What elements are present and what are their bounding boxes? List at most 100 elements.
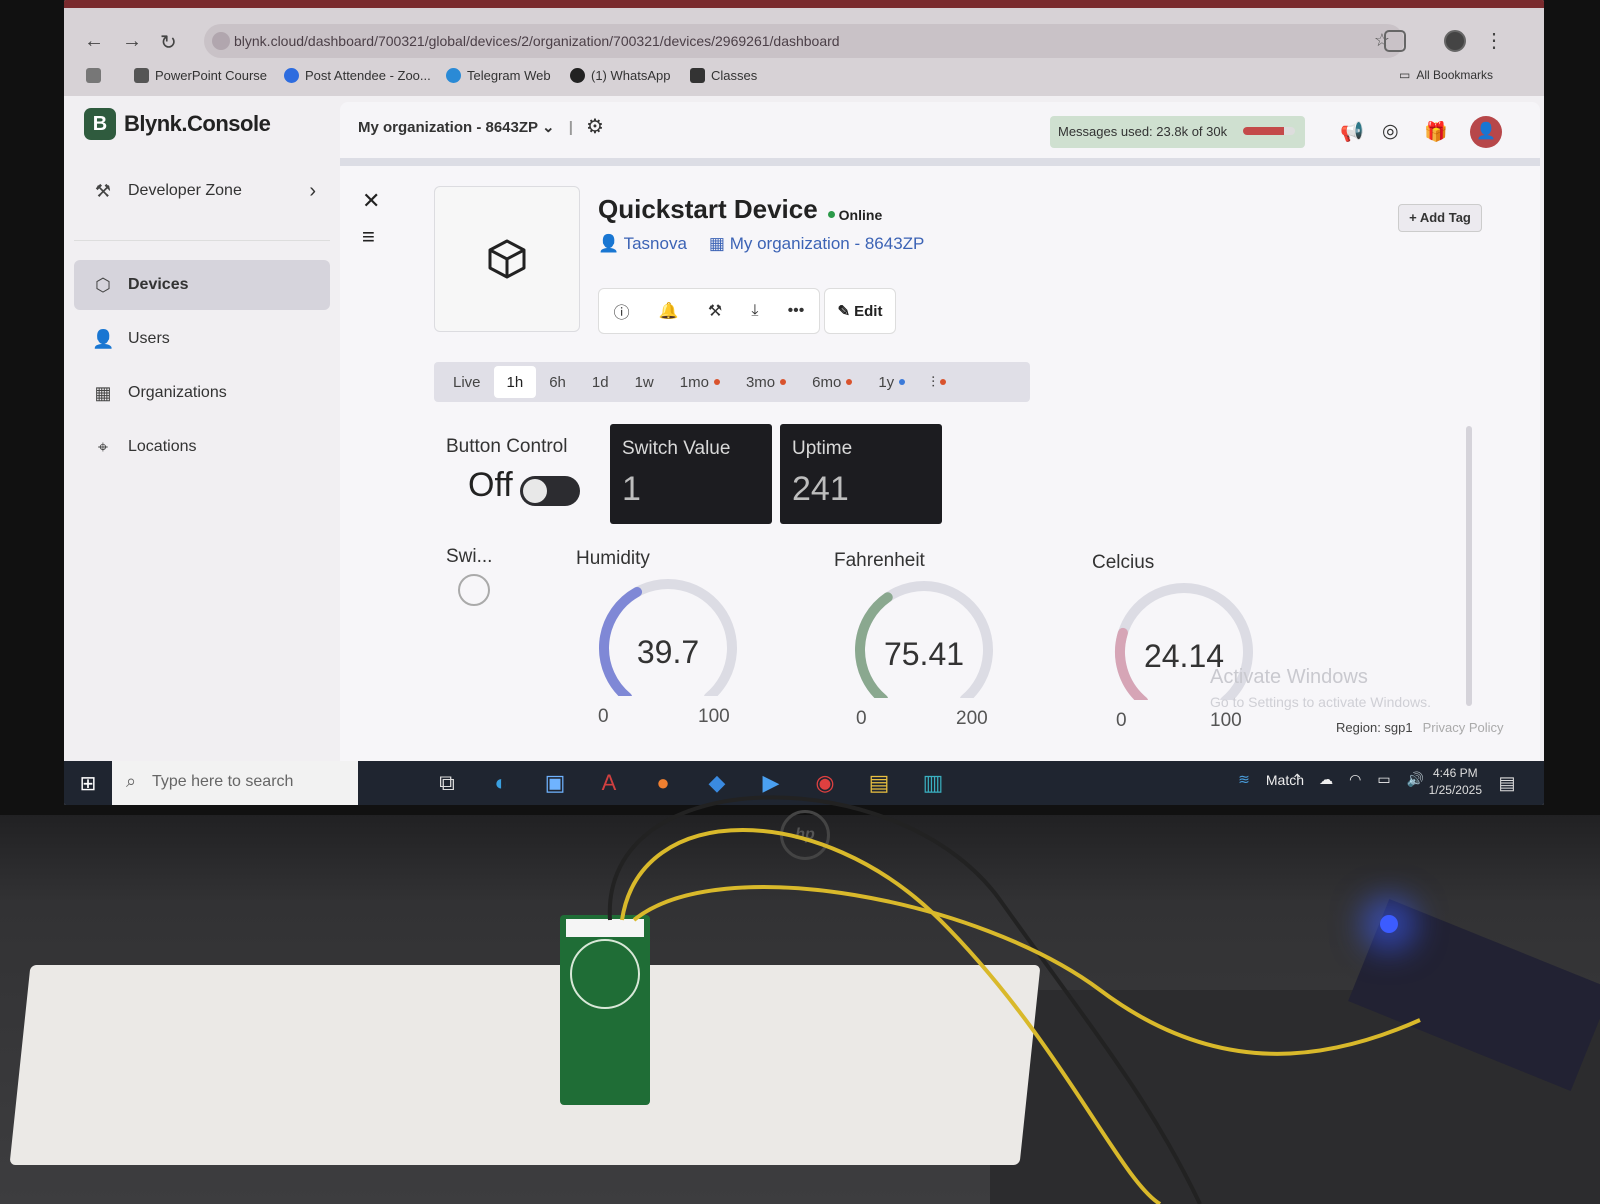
celcius-max: 100 [1210,710,1242,731]
owner-name: Tasnova [623,234,687,253]
tab-1d[interactable]: 1d [579,366,622,398]
edge-icon[interactable]: ◐ [474,770,528,796]
cloud-icon[interactable]: ☁ [1319,771,1333,788]
cube-icon [488,239,526,279]
site-info-icon[interactable] [212,32,230,50]
tab-custom[interactable]: ⫶ [918,366,959,398]
taskbar-clock[interactable]: 4:46 PM 1/25/2025 [1429,765,1482,799]
tab-3mo[interactable]: 3mo [733,366,799,398]
avatar[interactable]: 👤 [1470,116,1502,148]
close-icon[interactable]: ✕ [362,188,380,214]
zoom-icon[interactable]: ▶ [744,770,798,796]
forward-icon[interactable]: → [122,30,142,53]
volume-icon[interactable]: 🔊 [1407,771,1424,788]
access-icon[interactable]: A [582,770,636,796]
sidebar-item-users[interactable]: 👤 Users [74,314,330,364]
bell-icon[interactable]: 🔔 [659,301,679,321]
tab-6mo[interactable]: 6mo [799,366,865,398]
sidebar-item-organizations[interactable]: ▦ Organizations [74,368,330,418]
tools-icon[interactable]: ⚒ [708,301,722,321]
fahrenheit-title: Fahrenheit [834,550,925,571]
firefox-icon[interactable]: ● [636,770,690,796]
vscode-icon[interactable]: ◆ [690,770,744,796]
tab-label: 1mo [679,373,709,391]
device-meta: 👤 Tasnova ▦ My organization - 8643ZP [598,234,924,254]
more-icon[interactable]: ••• [788,302,805,320]
messages-usage-bar [1243,127,1295,135]
bookmark-item[interactable]: Telegram Web [446,68,551,83]
windows-start-icon[interactable]: ⊞ [64,771,112,796]
file-explorer-icon[interactable]: ▤ [852,770,906,796]
sidebar-item-devices[interactable]: ⬡ Devices [74,260,330,310]
uptime-widget: Uptime 241 [780,424,942,524]
premium-dot [939,379,946,385]
notification-icon[interactable]: ▤ [1480,773,1534,794]
back-icon[interactable]: ← [84,30,104,53]
chevron-up-icon[interactable]: ⌃ [1291,771,1303,788]
wifi-icon[interactable]: ◠ [1349,771,1361,788]
tab-label: Live [453,373,481,391]
bookmark-item[interactable]: Post Attendee - Zoo... [284,68,431,83]
add-tag-button[interactable]: + Add Tag [1398,204,1482,232]
organization-link[interactable]: ▦ My organization - 8643ZP [709,234,924,254]
extensions-icon[interactable] [1384,30,1406,52]
tab-1w[interactable]: 1w [622,366,667,398]
app-logo[interactable]: B Blynk.Console [84,108,271,140]
telegram-favicon [446,68,461,83]
task-view-icon[interactable]: ⧉ [420,770,474,796]
pin-icon: ⌖ [97,436,109,457]
all-bookmarks-label: All Bookmarks [1416,68,1494,82]
sidebar-item-label: Locations [128,438,197,455]
time-range-tabs: Live 1h 6h 1d 1w 1mo 3mo 6mo 1y ⫶ [434,362,1030,402]
store-icon[interactable]: ▣ [528,770,582,796]
sidebar-item-developer-zone[interactable]: ⚒ Developer Zone › [74,166,330,216]
messages-usage: Messages used: 23.8k of 30k [1050,116,1305,148]
download-icon[interactable]: ⤓ [751,302,758,320]
announcement-icon[interactable]: 📢 [1340,120,1364,144]
more-menu-icon[interactable]: ⋮ [1484,28,1504,53]
sidebar-item-locations[interactable]: ⌖ Locations [74,422,330,472]
battery-icon[interactable]: ▭ [1377,771,1390,788]
tab-6h[interactable]: 6h [536,366,579,398]
tools-icon: ⚒ [94,180,112,201]
device-image [434,186,580,332]
reload-icon[interactable]: ↻ [160,30,177,55]
switch-value-widget: Switch Value 1 [610,424,772,524]
switch-led-title: Swi... [446,546,493,567]
tab-label: 6mo [812,373,842,391]
browser-toolbar: ← → ↻ blynk.cloud/dashboard/700321/globa… [64,8,1544,96]
logo-text: Blynk.Console [124,111,271,136]
sidebar-item-label: Devices [128,276,189,293]
privacy-link[interactable]: Privacy Policy [1423,720,1504,735]
taskbar-search[interactable]: ⌕ Type here to search [112,761,358,805]
tab-1mo[interactable]: 1mo [667,366,733,398]
bookmark-label: (1) WhatsApp [591,68,671,83]
all-bookmarks[interactable]: ▭ All Bookmarks [1399,68,1493,82]
owner-link[interactable]: 👤 Tasnova [598,234,687,254]
org-selector[interactable]: My organization - 8643ZP ⌄ | [358,118,573,136]
profile-icon[interactable] [1444,30,1466,52]
address-bar[interactable]: blynk.cloud/dashboard/700321/global/devi… [204,24,1404,58]
clock-time: 4:46 PM [1432,766,1478,780]
bookmark-item[interactable]: Classes [690,68,757,83]
chrome-icon[interactable]: ◉ [798,770,852,796]
help-icon[interactable]: ◎ [1382,120,1399,143]
settings-gear-icon[interactable]: ⚙ [586,114,604,139]
tab-1h[interactable]: 1h [493,366,537,398]
tab-1y[interactable]: 1y [865,366,918,398]
button-control-state: Off [468,466,513,504]
hamburger-menu-icon[interactable]: ≡ [362,224,375,250]
info-icon[interactable]: ⓘ [614,299,630,323]
button-control-title: Button Control [446,436,568,457]
app-icon[interactable]: ▥ [906,770,960,796]
edit-button[interactable]: ✎ Edit [824,288,896,334]
bookmark-item[interactable]: (1) WhatsApp [570,68,670,83]
tab-live[interactable]: Live [440,366,494,398]
gift-icon[interactable]: 🎁 [1424,120,1448,144]
status-dot [827,211,835,218]
panel-scrollbar[interactable] [1466,426,1472,706]
blynk-console: B Blynk.Console ⚒ Developer Zone › ⬡ Dev… [64,96,1544,761]
apps-icon[interactable] [86,68,101,83]
bookmark-item[interactable]: PowerPoint Course [134,68,267,83]
button-control-toggle[interactable] [520,476,580,506]
